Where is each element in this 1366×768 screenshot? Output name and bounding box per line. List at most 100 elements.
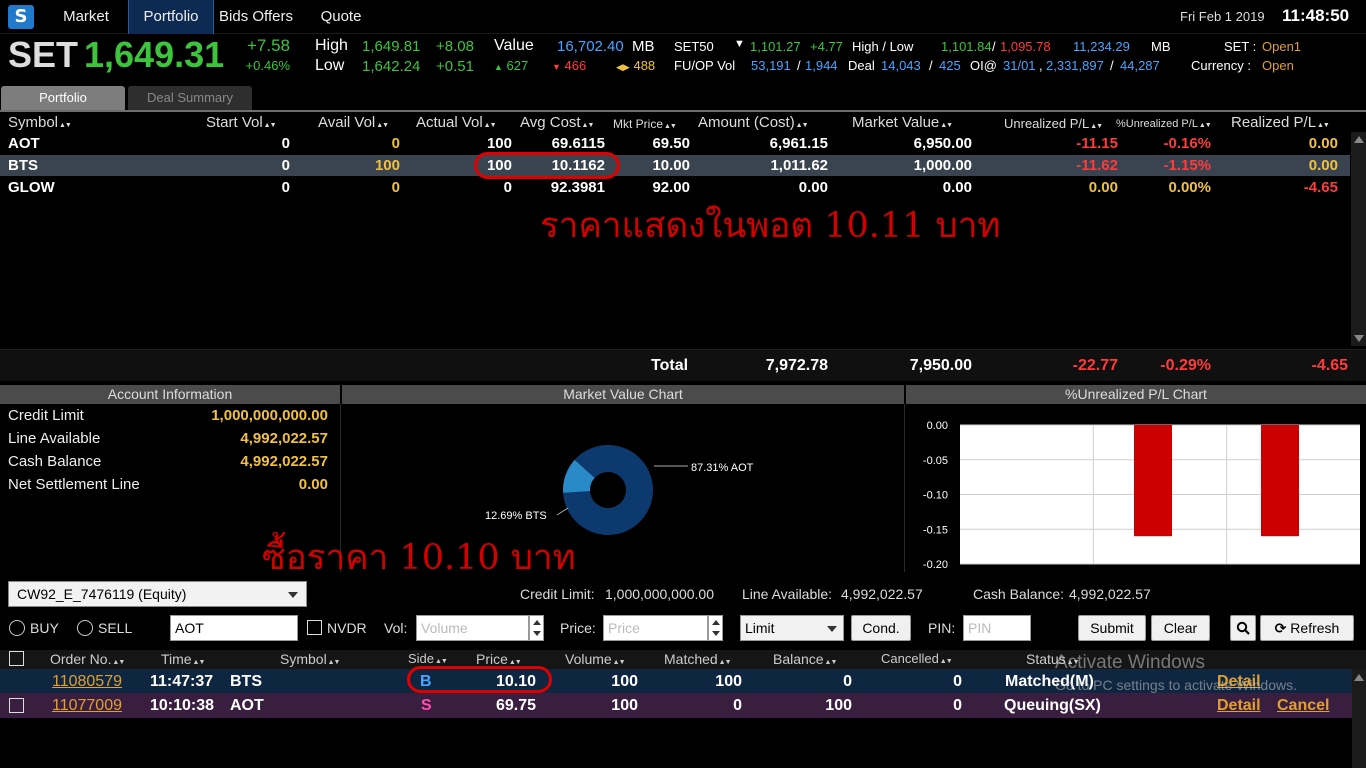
- chevron-down-icon: [827, 626, 837, 632]
- nav-tab-quote[interactable]: Quote: [300, 0, 382, 34]
- cond-button[interactable]: Cond.: [851, 615, 911, 641]
- buy-radio[interactable]: [9, 620, 25, 636]
- bar-tick-label: -0.15: [923, 524, 948, 536]
- row-unrealized-pl: -11.15: [1076, 135, 1118, 152]
- market-value-chart-header: Market Value Chart: [342, 385, 904, 404]
- credit-limit-label: Credit Limit: [8, 407, 84, 424]
- portfolio-row[interactable]: GLOW 0 0 0 92.3981 92.00 0.00 0.00 0.00 …: [0, 177, 1350, 198]
- index-value: 1,649.31: [84, 34, 225, 75]
- subtab-divider: [0, 110, 1366, 112]
- order-symbol: BTS: [230, 673, 262, 690]
- high-change: +8.08: [436, 38, 474, 55]
- col-amount-cost[interactable]: Amount (Cost): [698, 114, 808, 134]
- col-cancelled[interactable]: Cancelled: [881, 651, 952, 666]
- high-label: High: [315, 37, 348, 54]
- set50-value: 1,101.27: [750, 39, 801, 54]
- col-actual-vol[interactable]: Actual Vol: [416, 114, 496, 134]
- refresh-button[interactable]: ⟳ Refresh: [1260, 615, 1354, 641]
- value-label: Value: [494, 37, 534, 54]
- nav-tab-portfolio[interactable]: Portfolio: [128, 0, 214, 34]
- row-mkt-price: 10.00: [652, 157, 690, 174]
- unchanged-icon: ◀▶: [616, 62, 630, 72]
- credit-limit-value: 1,000,000,000.00: [211, 407, 328, 424]
- select-all-checkbox[interactable]: [9, 651, 24, 666]
- order-type-select[interactable]: Limit: [740, 615, 844, 641]
- bar-tick-label: -0.10: [923, 490, 948, 502]
- row-realized-pl: 0.00: [1308, 135, 1338, 152]
- row-avail-vol: 100: [374, 157, 400, 174]
- fu-val2: 1,944: [805, 58, 838, 73]
- scroll-up-icon[interactable]: [1354, 136, 1364, 143]
- set50-dropdown-icon[interactable]: ▼: [734, 38, 745, 50]
- row-amount: 1,011.62: [770, 157, 828, 174]
- order-detail-link[interactable]: Detail: [1217, 693, 1261, 718]
- bar-bts: [1261, 425, 1299, 537]
- clear-button[interactable]: Clear: [1151, 615, 1210, 641]
- subtab-portfolio[interactable]: Portfolio: [1, 86, 125, 110]
- portfolio-row[interactable]: AOT 0 0 100 69.6115 69.50 6,961.15 6,950…: [0, 133, 1350, 154]
- col-realized-pl[interactable]: Realized P/L: [1231, 114, 1329, 134]
- low-value: 1,642.24: [362, 58, 421, 75]
- volume-input[interactable]: [416, 615, 529, 641]
- col-matched[interactable]: Matched: [664, 651, 731, 667]
- col-market-value[interactable]: Market Value: [852, 114, 952, 134]
- up-arrow-icon: ▲: [494, 62, 503, 72]
- col-symbol[interactable]: Symbol: [8, 114, 71, 134]
- nav-tab-bids-offers[interactable]: Bids Offers: [214, 0, 298, 34]
- total-unrealized-pl: -22.77: [1072, 357, 1118, 374]
- order-symbol: AOT: [230, 697, 264, 714]
- nav-tab-market[interactable]: Market: [44, 0, 128, 34]
- row-market-value: 0.00: [942, 179, 972, 196]
- form-cash-label: Cash Balance:: [973, 586, 1065, 602]
- col-volume[interactable]: Volume: [565, 651, 625, 667]
- row-realized-pl: 0.00: [1308, 157, 1338, 174]
- oi-val2: 44,287: [1120, 58, 1160, 73]
- order-matched: 100: [715, 673, 742, 690]
- high-value: 1,649.81: [362, 38, 421, 55]
- vol-label: Vol:: [384, 620, 408, 636]
- col-side[interactable]: Side: [408, 651, 447, 666]
- col-order-symbol[interactable]: Symbol: [280, 651, 340, 667]
- orders-scrollbar[interactable]: [1352, 669, 1366, 768]
- col-time[interactable]: Time: [161, 651, 204, 667]
- account-select-value: CW92_E_7476119 (Equity): [17, 586, 187, 602]
- portfolio-scrollbar[interactable]: [1351, 132, 1366, 346]
- col-avg-cost[interactable]: Avg Cost: [520, 114, 593, 134]
- set50-unit: MB: [1151, 39, 1171, 54]
- pin-input[interactable]: [963, 615, 1031, 641]
- order-no-link[interactable]: 11080579: [52, 669, 122, 694]
- order-cancelled: 0: [953, 697, 962, 714]
- order-cancel-link[interactable]: Cancel: [1277, 693, 1329, 718]
- current-time: 11:48:50: [1282, 6, 1350, 25]
- price-stepper[interactable]: [708, 615, 723, 641]
- currency-label: Currency :: [1191, 58, 1251, 73]
- subtab-deal-summary[interactable]: Deal Summary: [128, 86, 252, 110]
- submit-button[interactable]: Submit: [1078, 615, 1146, 641]
- nvdr-checkbox[interactable]: [307, 620, 322, 635]
- volume-stepper[interactable]: [529, 615, 544, 641]
- hl-label: High / Low: [852, 39, 914, 54]
- row-unrealized-pl-pct: 0.00%: [1168, 179, 1211, 196]
- col-price[interactable]: Price: [476, 651, 521, 667]
- scroll-down-icon[interactable]: [1354, 335, 1364, 342]
- col-balance[interactable]: Balance: [773, 651, 836, 667]
- account-select[interactable]: CW92_E_7476119 (Equity): [8, 581, 307, 607]
- col-avail-vol[interactable]: Avail Vol: [318, 114, 388, 134]
- order-row-checkbox[interactable]: [9, 698, 24, 713]
- nvdr-label: NVDR: [327, 620, 367, 636]
- refresh-label: Refresh: [1290, 620, 1340, 636]
- total-label: Total: [651, 357, 689, 374]
- scroll-up-icon[interactable]: [1354, 674, 1364, 681]
- order-no-link[interactable]: 11077009: [52, 693, 122, 718]
- low-label: Low: [315, 57, 345, 74]
- symbol-input[interactable]: [170, 615, 298, 641]
- portfolio-row[interactable]: BTS 0 100 100 10.1162 10.00 1,011.62 1,0…: [0, 155, 1350, 176]
- order-row[interactable]: 11077009 10:10:38 AOT S 69.75 100 0 100 …: [0, 693, 1352, 718]
- search-button[interactable]: [1230, 615, 1256, 641]
- col-start-vol[interactable]: Start Vol: [206, 114, 276, 134]
- price-input[interactable]: [603, 615, 708, 641]
- app-window: S Market Portfolio Bids Offers Quote Fri…: [0, 0, 1366, 768]
- col-order-no[interactable]: Order No.: [50, 651, 124, 667]
- oi-date: 31/01: [1003, 58, 1036, 73]
- sell-radio[interactable]: [77, 620, 93, 636]
